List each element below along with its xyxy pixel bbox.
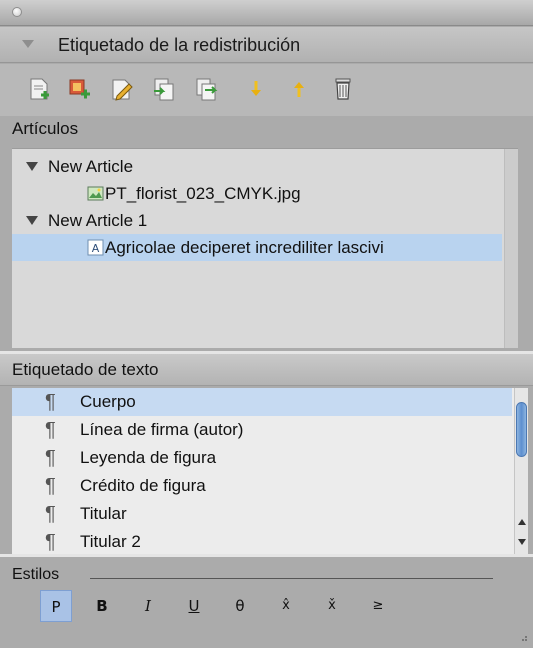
list-item-label: Titular xyxy=(80,504,127,523)
list-item[interactable]: ¶ Titular xyxy=(12,500,512,528)
resize-grip-icon[interactable] xyxy=(518,632,528,642)
new-article-button[interactable] xyxy=(26,76,52,102)
style-strikethrough-button[interactable]: θ xyxy=(224,590,256,622)
list-item-label: Leyenda de figura xyxy=(80,448,217,467)
toolbar xyxy=(0,64,533,116)
list-item[interactable]: ¶ Titular 2 xyxy=(12,528,512,556)
list-item[interactable]: ¶ Línea de firma (autor) xyxy=(12,416,512,444)
new-article-icon xyxy=(30,78,49,100)
export-icon xyxy=(196,78,218,101)
svg-text:A: A xyxy=(92,242,100,255)
tree-item-label: New Article xyxy=(48,157,134,176)
style-italic-button[interactable]: I xyxy=(132,590,164,622)
text-tagging-header: Etiquetado de texto xyxy=(0,354,533,386)
collapse-triangle-icon[interactable] xyxy=(22,40,34,48)
move-up-button[interactable] xyxy=(286,76,312,102)
list-item-label: Crédito de figura xyxy=(80,476,206,495)
delete-button[interactable] xyxy=(330,76,356,102)
panel-title: Etiquetado de la redistribución xyxy=(58,35,301,55)
trash-icon xyxy=(335,78,351,100)
add-selected-element-icon xyxy=(69,79,90,99)
articles-tree[interactable]: New Article PT_florist_023_CMYK.jpg New … xyxy=(12,148,518,348)
divider xyxy=(0,554,533,557)
style-underline-button[interactable]: U xyxy=(178,590,210,622)
style-superscript-button[interactable]: x̂ xyxy=(270,590,302,622)
scrollbar-thumb[interactable] xyxy=(516,402,527,457)
scroll-down-arrow-icon[interactable] xyxy=(518,539,526,545)
articles-scrollbar[interactable] xyxy=(504,149,518,348)
export-button[interactable] xyxy=(193,76,219,102)
styles-toolbar: P B I U θ x̂ x̌ ≥ xyxy=(38,590,508,624)
tree-item-text-frame[interactable]: A Agricolae deciperet incrediliter lasci… xyxy=(12,234,502,261)
style-paragraph-button[interactable]: P xyxy=(40,590,72,622)
style-subscript-button[interactable]: x̌ xyxy=(316,590,348,622)
scroll-up-arrow-icon[interactable] xyxy=(518,519,526,525)
panel-header[interactable]: Etiquetado de la redistribución xyxy=(0,27,533,63)
edit-icon xyxy=(112,79,133,101)
text-tags-scrollbar[interactable] xyxy=(514,388,528,554)
paragraph-icon: ¶ xyxy=(45,503,56,525)
image-file-icon xyxy=(87,185,104,202)
tree-item-label: New Article 1 xyxy=(48,211,148,230)
list-item[interactable]: ¶ Crédito de figura xyxy=(12,472,512,500)
move-down-button[interactable] xyxy=(243,76,269,102)
add-selected-element-button[interactable] xyxy=(67,76,93,102)
close-icon[interactable] xyxy=(12,7,22,17)
paragraph-icon: ¶ xyxy=(45,391,56,413)
articles-section-label: Artículos xyxy=(12,119,79,138)
text-frame-icon: A xyxy=(87,239,104,256)
list-item-label: Titular 2 xyxy=(80,532,141,551)
text-tagging-label: Etiquetado de texto xyxy=(12,360,159,379)
redistribution-panel: Etiquetado de la redistribución Artículo… xyxy=(0,0,533,648)
paragraph-icon: ¶ xyxy=(45,419,56,441)
move-down-icon xyxy=(251,81,261,96)
move-up-icon xyxy=(294,82,304,97)
paragraph-icon: ¶ xyxy=(45,447,56,469)
list-item-label: Línea de firma (autor) xyxy=(80,420,244,439)
disclosure-triangle-icon[interactable] xyxy=(26,162,38,171)
import-button[interactable] xyxy=(151,76,177,102)
section-rule xyxy=(90,578,493,579)
tree-item-label: Agricolae deciperet incrediliter lascivi xyxy=(105,238,384,257)
list-item-label: Cuerpo xyxy=(80,392,136,411)
disclosure-triangle-icon[interactable] xyxy=(26,216,38,225)
styles-section-label: Estilos xyxy=(12,566,60,583)
tree-item-label: PT_florist_023_CMYK.jpg xyxy=(105,184,301,203)
style-bold-button[interactable]: B xyxy=(86,590,118,622)
tree-item-new-article-1[interactable]: New Article 1 xyxy=(12,207,502,234)
style-special-button[interactable]: ≥ xyxy=(362,590,394,622)
paragraph-icon: ¶ xyxy=(45,531,56,553)
list-item[interactable]: ¶ Leyenda de figura xyxy=(12,444,512,472)
tree-item-new-article[interactable]: New Article xyxy=(12,153,502,180)
import-icon xyxy=(154,78,174,101)
edit-button[interactable] xyxy=(109,76,135,102)
panel-titlebar[interactable] xyxy=(0,0,533,26)
text-tags-list[interactable]: ¶ Cuerpo ¶ Línea de firma (autor) ¶ Leye… xyxy=(12,388,528,554)
paragraph-icon: ¶ xyxy=(45,475,56,497)
tree-item-image[interactable]: PT_florist_023_CMYK.jpg xyxy=(12,180,502,207)
list-item[interactable]: ¶ Cuerpo xyxy=(12,388,512,416)
